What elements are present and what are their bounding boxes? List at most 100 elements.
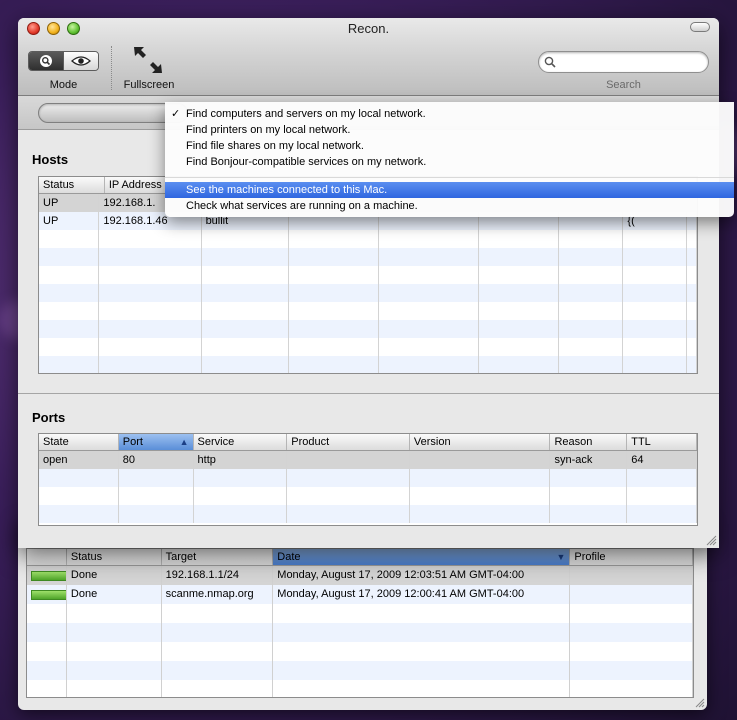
table-cell bbox=[570, 661, 693, 680]
table-cell bbox=[559, 230, 624, 248]
table-row[interactable]: open 80 http syn-ack 64 bbox=[39, 451, 697, 469]
table-cell bbox=[687, 320, 697, 338]
fullscreen-label[interactable]: Fullscreen bbox=[118, 79, 180, 91]
table-cell bbox=[687, 302, 697, 320]
menu-item[interactable]: Find printers on my local network. bbox=[165, 122, 734, 138]
mode-magnifier-segment[interactable] bbox=[29, 52, 63, 70]
table-cell bbox=[39, 338, 100, 356]
table-cell bbox=[623, 320, 688, 338]
table-cell bbox=[550, 505, 628, 523]
resize-grip-icon[interactable] bbox=[706, 535, 717, 546]
table-cell bbox=[559, 338, 624, 356]
table-cell bbox=[273, 623, 571, 642]
mode-segmented-control[interactable] bbox=[28, 51, 99, 71]
table-cell: Monday, August 17, 2009 12:00:41 AM GMT-… bbox=[273, 585, 571, 604]
table-cell bbox=[687, 338, 697, 356]
table-cell bbox=[570, 585, 693, 604]
table-cell bbox=[202, 266, 290, 284]
ports-table: State Port ▲ Service Product Version Rea… bbox=[38, 433, 698, 526]
menu-items: ✓ Find computers and servers on my local … bbox=[165, 106, 734, 214]
ports-col-state[interactable]: State bbox=[39, 434, 119, 450]
toolbar-toggle-button[interactable] bbox=[690, 22, 710, 32]
hosts-col-status[interactable]: Status bbox=[39, 177, 105, 193]
menu-item[interactable]: Find Bonjour-compatible services on my n… bbox=[165, 154, 734, 170]
split-divider[interactable] bbox=[18, 393, 719, 394]
table-cell bbox=[287, 505, 410, 523]
table-cell: 80 bbox=[119, 451, 194, 469]
table-cell bbox=[202, 338, 290, 356]
table-cell bbox=[39, 320, 100, 338]
menu-item[interactable]: Check what services are running on a mac… bbox=[165, 198, 734, 214]
table-cell: UP bbox=[39, 212, 100, 230]
menu-item-label: Find printers on my local network. bbox=[186, 124, 351, 136]
table-row bbox=[39, 469, 697, 487]
history-col-profile[interactable]: Profile bbox=[570, 549, 693, 565]
table-cell bbox=[99, 338, 202, 356]
mode-eye-segment[interactable] bbox=[63, 52, 98, 70]
menu-item-label: Find file shares on my local network. bbox=[186, 140, 364, 152]
table-row bbox=[27, 623, 693, 642]
table-row[interactable]: Done scanme.nmap.org Monday, August 17, 20… bbox=[27, 585, 693, 604]
table-cell bbox=[67, 642, 162, 661]
table-row bbox=[39, 320, 697, 338]
menu-item[interactable]: ✓ Find computers and servers on my local … bbox=[165, 106, 734, 122]
table-cell bbox=[27, 680, 67, 697]
table-cell bbox=[289, 266, 379, 284]
table-row bbox=[39, 505, 697, 523]
ports-col-ttl[interactable]: TTL bbox=[627, 434, 697, 450]
table-cell bbox=[559, 266, 624, 284]
table-cell bbox=[570, 623, 693, 642]
table-cell bbox=[273, 680, 571, 697]
table-cell bbox=[627, 487, 697, 505]
menu-item-label: Find computers and servers on my local n… bbox=[186, 108, 426, 120]
table-cell bbox=[289, 248, 379, 266]
table-row bbox=[39, 338, 697, 356]
table-cell: Done bbox=[67, 585, 162, 604]
history-col-date[interactable]: Date ▼ bbox=[273, 549, 571, 565]
ports-col-version[interactable]: Version bbox=[410, 434, 551, 450]
table-cell bbox=[687, 230, 697, 248]
mode-label: Mode bbox=[49, 79, 78, 91]
table-cell bbox=[410, 469, 551, 487]
progress-cell bbox=[27, 566, 67, 585]
table-cell bbox=[273, 642, 571, 661]
table-cell bbox=[627, 469, 697, 487]
ports-table-header: State Port ▲ Service Product Version Rea… bbox=[39, 434, 697, 451]
table-cell bbox=[202, 302, 290, 320]
ports-col-product[interactable]: Product bbox=[287, 434, 410, 450]
resize-grip-icon[interactable] bbox=[695, 698, 705, 708]
ports-col-service[interactable]: Service bbox=[194, 434, 288, 450]
table-cell bbox=[687, 248, 697, 266]
menu-item[interactable]: Find file shares on my local network. bbox=[165, 138, 734, 154]
history-col-progress[interactable] bbox=[27, 549, 67, 565]
table-cell bbox=[27, 604, 67, 623]
table-cell bbox=[289, 230, 379, 248]
history-col-target[interactable]: Target bbox=[162, 549, 274, 565]
history-col-status[interactable]: Status bbox=[67, 549, 162, 565]
table-cell bbox=[67, 604, 162, 623]
ports-col-reason[interactable]: Reason bbox=[550, 434, 628, 450]
ports-rows: open 80 http syn-ack 64 bbox=[39, 451, 697, 523]
menu-item[interactable]: See the machines connected to this Mac. bbox=[165, 182, 734, 198]
table-cell bbox=[687, 356, 697, 373]
table-cell bbox=[202, 320, 290, 338]
table-cell bbox=[379, 338, 480, 356]
table-cell bbox=[39, 230, 100, 248]
search-input[interactable] bbox=[559, 55, 699, 69]
table-cell bbox=[479, 284, 560, 302]
table-cell: 64 bbox=[627, 451, 697, 469]
table-cell bbox=[410, 451, 551, 469]
fullscreen-arrows-icon[interactable] bbox=[131, 44, 165, 76]
table-cell: syn-ack bbox=[550, 451, 628, 469]
search-field[interactable] bbox=[538, 51, 709, 73]
table-cell bbox=[99, 230, 202, 248]
ports-col-port[interactable]: Port ▲ bbox=[118, 434, 194, 450]
table-row[interactable]: Done 192.168.1.1/24 Monday, August 17, 200… bbox=[27, 566, 693, 585]
table-cell bbox=[287, 487, 410, 505]
table-cell bbox=[39, 248, 100, 266]
table-cell bbox=[623, 266, 688, 284]
table-cell bbox=[379, 230, 480, 248]
table-cell bbox=[623, 356, 688, 373]
table-cell bbox=[27, 661, 67, 680]
table-row bbox=[39, 266, 697, 284]
